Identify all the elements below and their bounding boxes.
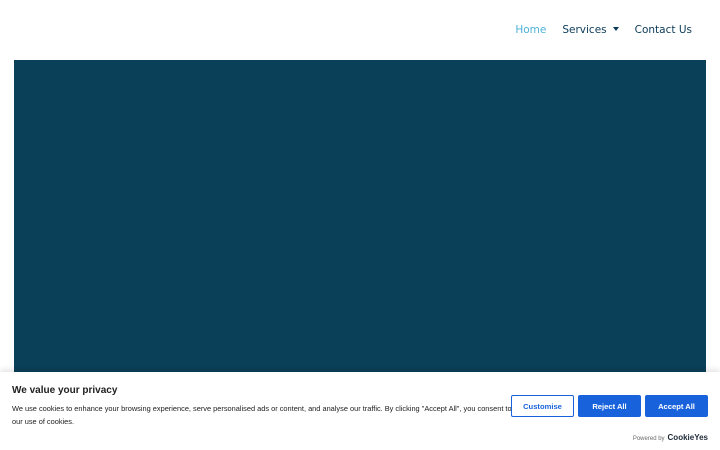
reject-all-button[interactable]: Reject All — [578, 395, 641, 417]
powered-by-label: Powered by — [632, 436, 665, 442]
nav-item-services[interactable]: Services — [562, 22, 619, 38]
main-nav: Home Services Contact Us — [515, 22, 692, 38]
nav-item-contact-us[interactable]: Contact Us — [635, 22, 692, 38]
customise-button[interactable]: Customise — [511, 395, 574, 417]
powered-by: Powered by CookieYes — [633, 433, 708, 442]
nav-item-services-label: Services — [562, 24, 607, 36]
site-header: Home Services Contact Us — [0, 0, 720, 60]
cookie-description: We use cookies to enhance your browsing … — [12, 404, 512, 426]
accept-all-button[interactable]: Accept All — [645, 395, 708, 417]
cookie-buttons: Customise Reject All Accept All — [511, 395, 708, 417]
nav-item-home[interactable]: Home — [515, 22, 546, 38]
cookieyes-logo[interactable]: CookieYes — [668, 433, 708, 442]
chevron-down-icon — [612, 27, 619, 31]
cookie-title: We value your privacy — [12, 385, 118, 396]
cookie-consent-banner: We value your privacy We use cookies to … — [0, 372, 720, 450]
hero-banner — [14, 60, 706, 380]
page: Home Services Contact Us We value your p… — [0, 0, 720, 450]
